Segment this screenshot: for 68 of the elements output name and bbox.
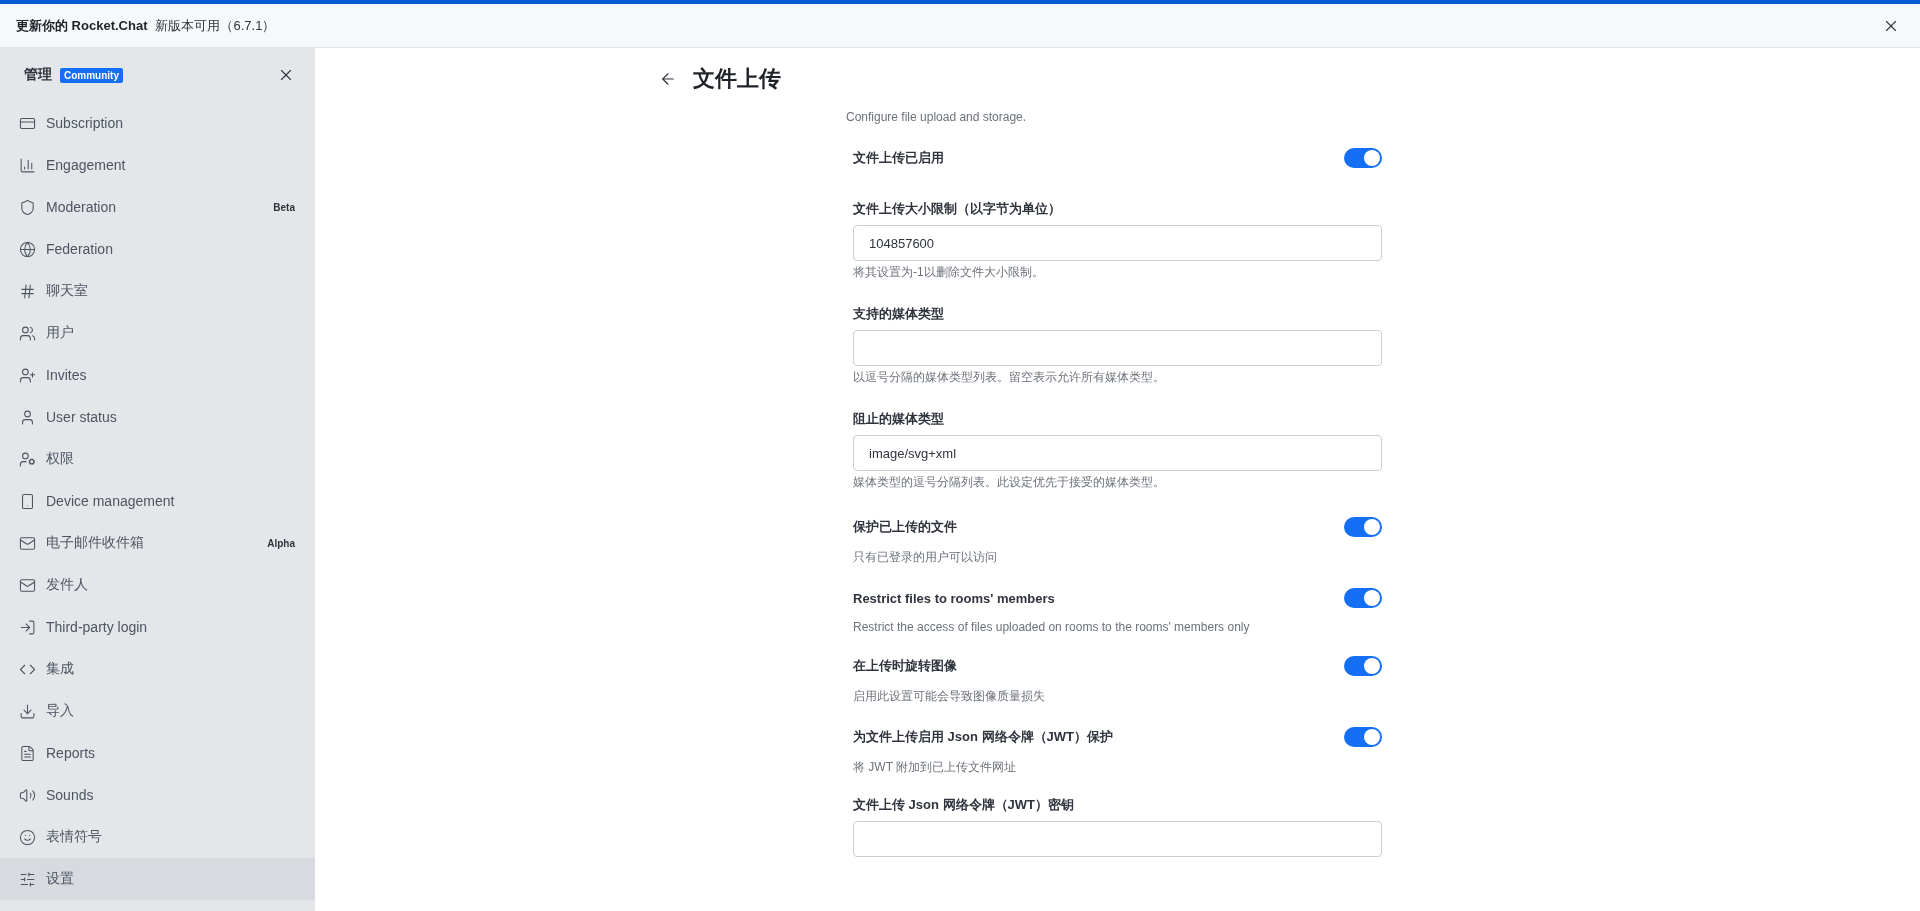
bar-chart-icon <box>19 156 36 174</box>
sidebar-item[interactable]: Device management <box>0 480 315 522</box>
phone-icon <box>19 492 36 510</box>
setting-hint: 将 JWT 附加到已上传文件网址 <box>853 759 1018 776</box>
setting-label: 文件上传大小限制（以字节为单位） <box>853 200 1062 218</box>
sidebar-item[interactable]: Reports <box>0 732 315 774</box>
sidebar-item[interactable]: 集成 <box>0 648 315 690</box>
sidebar-item[interactable]: 用户 <box>0 312 315 354</box>
sidebar-item[interactable]: 设置 <box>0 858 315 900</box>
setting-label: 保护已上传的文件 <box>853 518 957 536</box>
sidebar-item[interactable]: 权限 <box>0 438 315 480</box>
smiley-icon <box>19 828 36 846</box>
sidebar-title: 管理 <box>24 66 52 84</box>
sidebar-item[interactable]: Sounds <box>0 774 315 816</box>
setting-hint: 将其设置为-1以删除文件大小限制。 <box>853 264 1045 281</box>
setting-hint: 只有已登录的用户可以访问 <box>853 549 998 566</box>
setting-label: Restrict files to rooms' members <box>853 590 1055 606</box>
sidebar-item[interactable]: Invites <box>0 354 315 396</box>
login-icon <box>19 618 36 636</box>
page-description: Configure file upload and storage. <box>846 110 1028 124</box>
setting-label: 为文件上传启用 Json 网络令牌（JWT）保护 <box>853 728 1113 746</box>
mail-icon <box>19 576 36 594</box>
document-icon <box>19 744 36 762</box>
input-field[interactable] <box>853 330 1382 366</box>
item-tag: Alpha <box>267 537 295 549</box>
setting-label: 支持的媒体类型 <box>853 305 945 323</box>
sliders-icon <box>19 870 36 888</box>
input-field[interactable] <box>853 821 1382 857</box>
item-tag: Beta <box>273 201 295 213</box>
mail-icon <box>19 534 36 552</box>
user-icon <box>19 408 36 426</box>
speaker-icon <box>19 786 36 804</box>
toggle-switch[interactable] <box>1344 727 1382 747</box>
hash-icon <box>19 282 36 300</box>
setting-hint: 媒体类型的逗号分隔列表。此设定优先于接受的媒体类型。 <box>853 474 1166 491</box>
toggle-switch[interactable] <box>1344 656 1382 676</box>
sidebar-item[interactable]: Third-party login <box>0 606 315 648</box>
setting-label: 文件上传 Json 网络令牌（JWT）密钥 <box>853 796 1075 814</box>
sidebar-item[interactable]: 导入 <box>0 690 315 732</box>
input-field[interactable]: 104857600 <box>853 225 1382 261</box>
download-icon <box>19 702 36 720</box>
sidebar-item[interactable]: 电子邮件收件箱 Alpha <box>0 522 315 564</box>
users-icon <box>19 324 36 342</box>
sidebar-item[interactable]: 聊天室 <box>0 270 315 312</box>
banner-message: 新版本可用（6.7.1） <box>155 16 277 35</box>
sidebar-item[interactable]: 发件人 <box>0 564 315 606</box>
sidebar-item[interactable]: User status <box>0 396 315 438</box>
setting-label: 阻止的媒体类型 <box>853 410 945 428</box>
toggle-switch[interactable] <box>1344 517 1382 537</box>
sidebar-item[interactable]: Moderation Beta <box>0 186 315 228</box>
banner-title: 更新你的 Rocket.Chat <box>16 16 148 35</box>
input-field[interactable]: image/svg+xml <box>853 435 1382 471</box>
toggle-switch[interactable] <box>1344 588 1382 608</box>
toggle-switch[interactable] <box>1344 148 1382 168</box>
sidebar-item[interactable]: 表情符号 <box>0 816 315 858</box>
setting-hint: 以逗号分隔的媒体类型列表。留空表示允许所有媒体类型。 <box>853 369 1166 386</box>
user-plus-icon <box>19 366 36 384</box>
setting-label: 在上传时旋转图像 <box>853 657 957 675</box>
shield-icon <box>19 198 36 216</box>
globe-icon <box>19 240 36 258</box>
setting-hint: 启用此设置可能会导致图像质量损失 <box>853 688 1046 705</box>
setting-hint: Restrict the access of files uploaded on rooms to the rooms' members only <box>853 620 1251 634</box>
community-badge: Community <box>60 67 123 83</box>
sidebar-item[interactable]: Subscription <box>0 102 315 144</box>
sidebar-item[interactable]: Engagement <box>0 144 315 186</box>
page-title: 文件上传 <box>693 65 781 93</box>
setting-label: 文件上传已启用 <box>853 149 944 167</box>
sidebar-item[interactable]: Federation <box>0 228 315 270</box>
